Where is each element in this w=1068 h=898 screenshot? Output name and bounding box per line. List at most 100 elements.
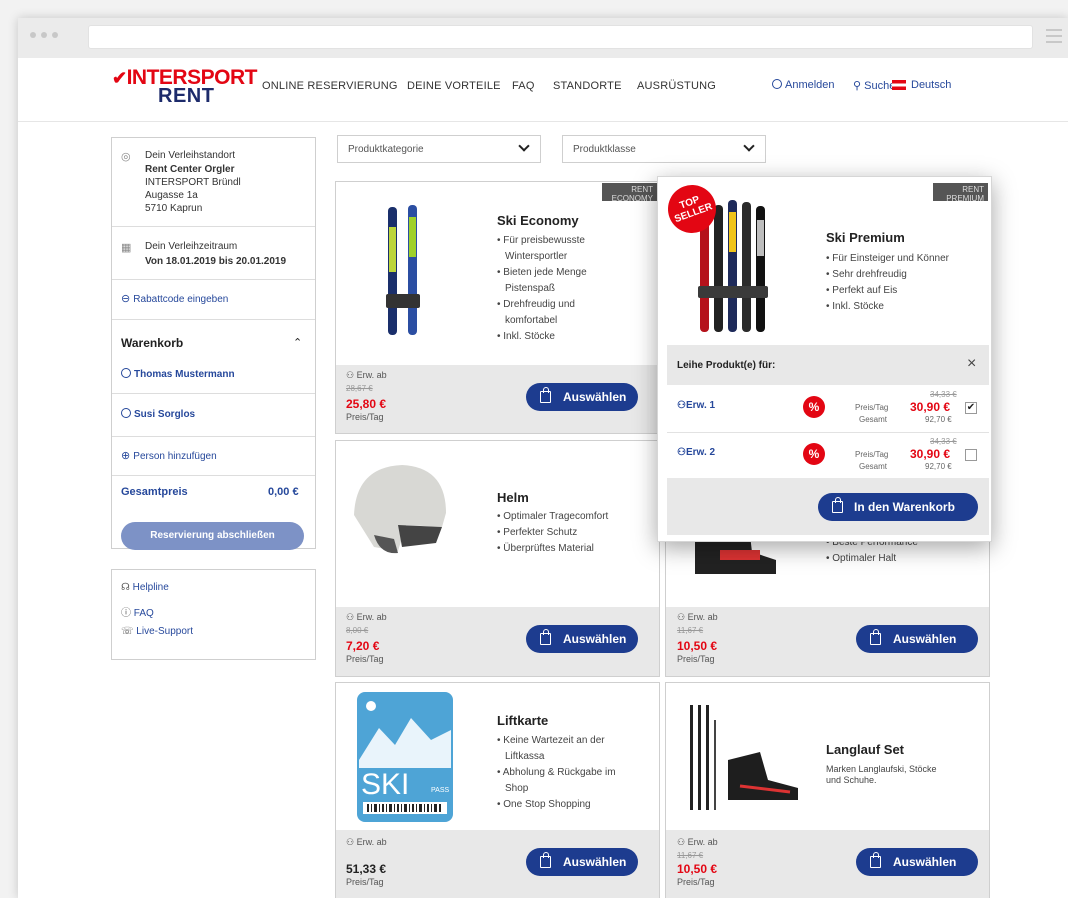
cart-title: Warenkorb — [121, 336, 184, 350]
nav-deine-vorteile[interactable]: DEINE VORTEILE — [407, 80, 501, 92]
divider — [112, 475, 315, 476]
total-label: Gesamt — [859, 462, 888, 471]
question-icon: ⓘ — [121, 608, 134, 619]
location-name: Rent Center Orgler — [145, 164, 235, 175]
user-icon: ⚇ — [346, 612, 357, 622]
total-label: Gesamtpreis — [121, 486, 188, 498]
location-city: 5710 Kaprun — [145, 203, 203, 214]
chevron-down-icon — [518, 140, 530, 152]
url-bar[interactable] — [88, 25, 1033, 49]
minus-circle-icon: ⊖ — [121, 293, 134, 305]
category-select[interactable]: Produktkategorie — [337, 135, 541, 163]
total-price: 92,70 € — [925, 415, 952, 424]
calendar-icon: ▦ — [121, 242, 132, 254]
add-to-cart-button[interactable]: In den Warenkorb — [818, 493, 978, 521]
price-from-label: ⚇ Erw. ab — [346, 612, 387, 622]
user-icon — [121, 368, 131, 378]
total-label: Gesamt — [859, 415, 888, 424]
shopping-bag-icon — [870, 852, 881, 868]
location-label: Dein Verleihstandort — [145, 150, 236, 161]
period-label: Dein Verleihzeitraum — [145, 241, 238, 252]
checkout-button[interactable]: Reservierung abschließen — [121, 522, 304, 550]
nav-standorte[interactable]: STANDORTE — [553, 80, 622, 92]
location-icon: ◎ — [121, 151, 131, 163]
person-row-2-label[interactable]: ⚇Erw. 2 — [677, 447, 715, 458]
old-price: 28,67 € — [346, 384, 373, 393]
price: 10,50 € — [677, 862, 718, 876]
price-unit: Preis/Tag — [346, 877, 384, 887]
user-icon: ⚇ — [346, 837, 357, 847]
product-name: Helm — [497, 490, 529, 505]
faq-link[interactable]: ⓘ FAQ — [121, 604, 154, 619]
price: 30,90 € — [910, 447, 951, 461]
price-from-label: ⚇ Erw. ab — [677, 612, 718, 622]
price: 10,50 € — [677, 639, 718, 653]
product-bullets: • Optimaler Tragecomfort • Perfekter Schu… — [497, 511, 609, 554]
price-per-day-label: Preis/Tag — [855, 403, 889, 412]
shopping-bag-icon — [870, 629, 881, 645]
select-button[interactable]: Auswählen — [856, 625, 978, 653]
divider — [667, 432, 989, 433]
product-name: Ski Premium — [826, 230, 905, 245]
nav-online-reservierung[interactable]: ONLINE RESERVIERUNG — [262, 80, 398, 92]
old-price: 11,67 € — [677, 626, 704, 635]
select-button[interactable]: Auswählen — [526, 383, 638, 411]
helpline-link[interactable]: ☊ Helpline — [121, 582, 169, 593]
price-unit: Preis/Tag — [346, 412, 384, 422]
user-icon: ⚇ — [677, 400, 686, 411]
nav-faq[interactable]: FAQ — [512, 80, 535, 92]
austria-flag-icon — [892, 80, 906, 90]
discount-icon: % — [803, 443, 825, 465]
product-name: Langlauf Set — [826, 742, 905, 757]
shopping-bag-icon — [540, 387, 551, 403]
langlauf-image — [690, 705, 798, 810]
product-name: Ski Economy — [497, 213, 579, 228]
nav-ausruestung[interactable]: AUSRÜSTUNG — [637, 80, 716, 92]
helmet-image — [354, 465, 446, 554]
select-button[interactable]: Auswählen — [856, 848, 978, 876]
price-per-day-label: Preis/Tag — [855, 450, 889, 459]
shopping-bag-icon — [540, 629, 551, 645]
price-unit: Preis/Tag — [346, 654, 384, 664]
chevron-down-icon — [743, 140, 755, 152]
user-icon: ⚇ — [677, 447, 686, 458]
select-button[interactable]: Auswählen — [526, 625, 638, 653]
headset-icon: ☊ — [121, 582, 133, 593]
coupon-link[interactable]: ⊖ Rabattcode eingeben — [121, 292, 228, 305]
login-link[interactable]: Anmelden — [772, 79, 835, 91]
location-street: Augasse 1a — [145, 190, 198, 201]
class-select[interactable]: Produktklasse — [562, 135, 766, 163]
menu-icon[interactable] — [1046, 29, 1062, 45]
window-dot[interactable] — [30, 32, 36, 38]
user-icon — [121, 408, 131, 418]
old-price: 11,67 € — [677, 851, 704, 860]
person-checkbox-2[interactable] — [965, 449, 977, 461]
plus-circle-icon: ⊕ — [121, 450, 134, 462]
rent-for-label: Leihe Produkt(e) für: — [677, 360, 776, 371]
ski-pass-image: SKI PASS — [357, 692, 453, 822]
select-button[interactable]: Auswählen — [526, 848, 638, 876]
search-icon: ⚲ — [853, 80, 865, 92]
window-dot[interactable] — [41, 32, 47, 38]
product-bullets: • Für preisbewusste Wintersportler • Biete… — [497, 235, 587, 342]
chat-icon: ☏ — [121, 626, 137, 637]
user-icon: ⚇ — [346, 370, 357, 380]
price: 51,33 € — [346, 862, 387, 876]
person-row-1-label[interactable]: ⚇Erw. 1 — [677, 400, 715, 411]
language-selector[interactable]: Deutsch — [911, 79, 951, 91]
live-support-link[interactable]: ☏ Live-Support — [121, 626, 193, 637]
discount-icon: % — [803, 396, 825, 418]
chevron-up-icon[interactable]: ⌃ — [293, 336, 302, 349]
price: 30,90 € — [910, 400, 951, 414]
cart-person-2[interactable]: Susi Sorglos — [121, 408, 195, 420]
class-badge: RENT ECONOMY — [602, 183, 657, 203]
person-checkbox-1[interactable]: ✔ — [965, 402, 977, 414]
logo-subtitle: RENT — [158, 85, 215, 107]
window-dot[interactable] — [52, 32, 58, 38]
pass-text: PASS — [431, 787, 449, 794]
cart-person-1[interactable]: Thomas Mustermann — [121, 368, 235, 380]
product-bullets: • Für Einsteiger und Könner • Sehr drehfr… — [826, 253, 950, 312]
close-icon[interactable]: × — [967, 355, 976, 373]
add-person-link[interactable]: ⊕ Person hinzufügen — [121, 449, 217, 462]
shopping-bag-icon — [832, 497, 843, 513]
